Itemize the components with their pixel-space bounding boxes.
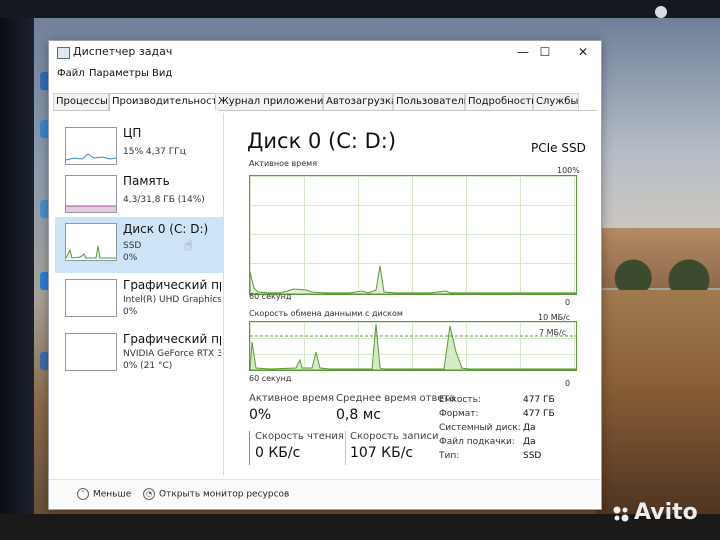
gpu0-mini-graph: [65, 279, 117, 317]
response-time-stat-label: Среднее время ответа: [336, 393, 456, 404]
graph1-time-label: 60 секунд: [249, 292, 292, 301]
memory-mini-graph: [65, 175, 117, 213]
monitor-bezel-left: [0, 0, 34, 540]
info-label: Файл подкачки:: [439, 437, 515, 447]
monitor-bezel-top: [0, 0, 720, 18]
footer-bar: ˄ Меньше ◔ Открыть монитор ресурсов: [49, 479, 601, 508]
fewer-details-label: Меньше: [93, 489, 132, 500]
disk-type: PCIe SSD: [531, 141, 586, 155]
resource-usage: 0%: [123, 307, 138, 317]
read-speed-indicator: [249, 431, 250, 465]
tab-processes[interactable]: Процессы: [53, 93, 109, 110]
tab-details[interactable]: Подробности: [465, 93, 538, 110]
task-manager-window: Диспетчер задач — ☐ ✕ Файл Параметры Вид…: [48, 40, 602, 510]
resource-usage: 0%: [123, 253, 138, 263]
info-value: 477 ГБ: [523, 409, 555, 419]
response-time-stat-value: 0,8 мс: [336, 407, 381, 423]
graph2-min-label: 0: [565, 379, 571, 388]
active-time-max-label: 100%: [557, 166, 580, 175]
resource-monitor-icon: ◔: [143, 488, 155, 500]
read-speed-label: Скорость чтения: [255, 431, 344, 442]
info-value: 477 ГБ: [523, 395, 555, 405]
resource-name: Диск 0 (C: D:): [123, 222, 209, 236]
disk-title: Диск 0 (C: D:): [247, 129, 397, 153]
info-label: Формат:: [439, 409, 479, 419]
tab-startup[interactable]: Автозагрузка: [323, 93, 397, 110]
tab-services[interactable]: Службы: [533, 93, 579, 110]
active-time-stat-label: Активное время: [249, 393, 335, 404]
info-label: Тип:: [439, 451, 460, 461]
resource-item-disk0[interactable]: Диск 0 (C: D:) SSD 0%: [55, 217, 223, 273]
resource-detail: 15% 4,37 ГГц: [123, 147, 186, 157]
info-value: SSD: [523, 451, 542, 461]
transfer-rate-graph-label: Скорость обмена данными с диском: [249, 309, 403, 318]
active-time-graph: [249, 175, 577, 295]
title-bar[interactable]: Диспетчер задач — ☐ ✕: [49, 41, 601, 63]
graph1-min-label: 0: [565, 298, 571, 307]
task-manager-app-icon: [57, 47, 70, 59]
write-speed-label: Скорость записи: [350, 431, 439, 442]
avito-watermark: Avito: [634, 500, 698, 525]
webcam-dot: [655, 6, 667, 18]
cpu-mini-graph: [65, 127, 117, 165]
menu-options[interactable]: Параметры: [89, 68, 149, 79]
resource-detail: SSD: [123, 241, 142, 251]
resource-name: ЦП: [123, 126, 142, 140]
active-time-stat-value: 0%: [249, 407, 272, 423]
transfer-rate-mid-label: 7 МБ/с: [539, 328, 567, 337]
menu-bar: Файл Параметры Вид: [49, 67, 601, 83]
info-value: Да: [523, 437, 536, 447]
menu-view[interactable]: Вид: [152, 68, 172, 79]
resource-item-gpu1[interactable]: Графический про NVIDIA GeForce RTX 30 0%…: [55, 327, 223, 383]
transfer-rate-graph: [249, 321, 577, 371]
tab-strip: Процессы Производительность Журнал прило…: [53, 92, 597, 111]
disk-mini-graph: [65, 223, 117, 261]
graph2-time-label: 60 секунд: [249, 374, 292, 383]
menu-file[interactable]: Файл: [57, 68, 85, 79]
active-time-graph-label: Активное время: [249, 159, 318, 168]
resource-detail: 4,3/31,8 ГБ (14%): [123, 195, 205, 205]
fewer-details-button[interactable]: ˄ Меньше: [77, 488, 131, 500]
info-value: Да: [523, 423, 536, 433]
resource-monitor-link[interactable]: ◔ Открыть монитор ресурсов: [143, 488, 289, 500]
tab-users[interactable]: Пользователи: [393, 93, 470, 110]
tab-app-history[interactable]: Журнал приложений: [215, 93, 330, 110]
maximize-button[interactable]: ☐: [531, 43, 559, 61]
resource-usage: 0% (21 °C): [123, 361, 173, 371]
chevron-up-icon: ˄: [77, 488, 89, 500]
resource-name: Графический про: [123, 278, 221, 292]
resource-name: Память: [123, 174, 170, 188]
resource-name: Графический про: [123, 332, 221, 346]
tab-performance[interactable]: Производительность: [109, 93, 223, 111]
write-speed-value: 107 КБ/с: [350, 445, 414, 461]
close-button[interactable]: ✕: [569, 43, 597, 61]
info-label: Емкость:: [439, 395, 481, 405]
resource-monitor-label: Открыть монитор ресурсов: [159, 489, 290, 500]
gpu1-mini-graph: [65, 333, 117, 371]
resource-detail: NVIDIA GeForce RTX 30: [123, 349, 221, 359]
info-label: Системный диск:: [439, 423, 521, 433]
hand-pointer-cursor: ☝: [184, 238, 193, 254]
desktop-wallpaper-sky: [600, 18, 720, 238]
resource-list: ЦП 15% 4,37 ГГц Память 4,3/31,8 ГБ (14%)…: [55, 113, 224, 475]
resource-detail: Intel(R) UHD Graphics 7: [123, 295, 221, 305]
avito-logo-icon: [613, 506, 629, 522]
window-title: Диспетчер задач: [73, 45, 173, 58]
read-speed-value: 0 КБ/с: [255, 445, 301, 461]
resource-item-gpu0[interactable]: Графический про Intel(R) UHD Graphics 7 …: [55, 273, 223, 329]
write-speed-indicator: [345, 431, 346, 465]
desktop-wallpaper-cliff: [596, 290, 720, 514]
